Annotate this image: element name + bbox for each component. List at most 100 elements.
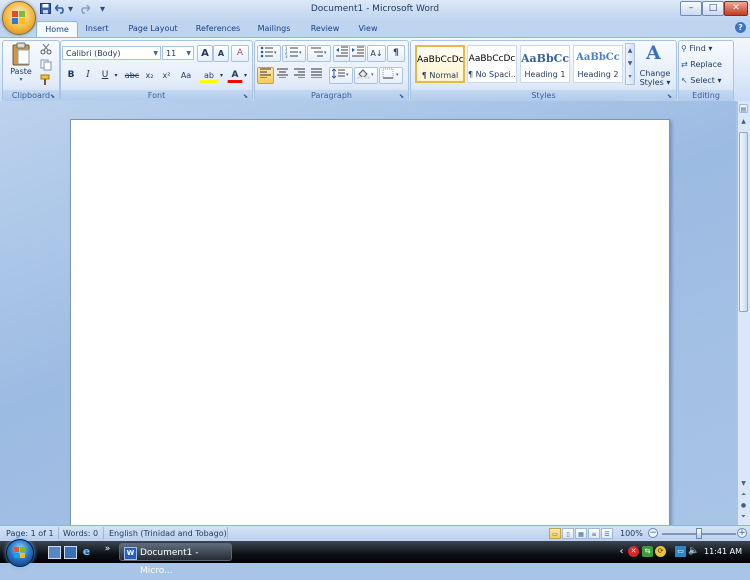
- sort-button[interactable]: A↓: [367, 45, 386, 62]
- zoom-level[interactable]: 100%: [620, 529, 643, 538]
- numbering-icon[interactable]: 1 2 3 ▾: [282, 45, 306, 62]
- paragraph-group-label: Paragraph: [255, 90, 408, 101]
- clipboard-dialog-launcher[interactable]: ⬊: [50, 93, 57, 100]
- borders-icon[interactable]: ▾: [379, 67, 403, 84]
- change-styles-button[interactable]: A Change Styles ▾: [637, 42, 673, 87]
- close-button[interactable]: ✕: [724, 1, 748, 16]
- change-styles-label: Change: [639, 69, 671, 78]
- office-button[interactable]: [2, 1, 36, 35]
- paste-button[interactable]: Paste ▾: [6, 42, 36, 86]
- font-dialog-launcher[interactable]: ⬊: [243, 93, 250, 100]
- chevron-down-icon[interactable]: ▼: [626, 57, 634, 70]
- align-center-icon[interactable]: [274, 67, 291, 84]
- replace-button[interactable]: ⇄ Replace: [681, 58, 731, 71]
- increase-indent-icon[interactable]: [349, 45, 366, 62]
- format-painter-icon[interactable]: [38, 73, 54, 90]
- cut-icon[interactable]: [38, 42, 54, 59]
- language-indicator[interactable]: English (Trinidad and Tobago): [109, 529, 227, 538]
- draft-view-icon[interactable]: ☰: [601, 528, 613, 539]
- scroll-up-arrow[interactable]: ▲: [739, 117, 748, 126]
- security-alert-icon[interactable]: ✕: [628, 546, 639, 557]
- styles-dialog-launcher[interactable]: ⬊: [667, 93, 674, 100]
- show-desktop-icon[interactable]: [48, 546, 61, 559]
- clear-formatting-button[interactable]: A: [231, 45, 249, 62]
- clock[interactable]: 11:41 AM: [704, 547, 742, 556]
- justify-icon[interactable]: [308, 67, 325, 84]
- next-page-icon[interactable]: ⏷: [739, 512, 748, 521]
- chevron-up-icon[interactable]: ▲: [626, 44, 634, 57]
- web-layout-icon[interactable]: ▦: [575, 528, 587, 539]
- style-heading-2[interactable]: AaBbCc Heading 2: [573, 45, 623, 83]
- select-button[interactable]: ↖ Select ▾: [681, 74, 731, 87]
- zoom-in-icon[interactable]: +: [737, 528, 747, 538]
- tab-mailings[interactable]: Mailings: [253, 21, 295, 37]
- tab-references[interactable]: References: [191, 21, 245, 37]
- scroll-down-arrow[interactable]: ▼: [739, 479, 748, 488]
- more-styles-icon[interactable]: ▾: [626, 70, 634, 83]
- shrink-font-button[interactable]: A: [213, 45, 229, 62]
- style-heading-1[interactable]: AaBbCc Heading 1: [520, 45, 570, 83]
- word-count[interactable]: Words: 0: [63, 529, 98, 538]
- bullets-icon[interactable]: ▾: [257, 45, 281, 62]
- highlight-dropdown[interactable]: ▾: [217, 67, 226, 84]
- align-left-icon[interactable]: [257, 67, 274, 84]
- monitor-icon[interactable]: ▭: [675, 546, 686, 557]
- taskbar-word-button[interactable]: W Document1 - Micro...: [119, 543, 232, 576]
- update-icon[interactable]: ⟳: [655, 546, 666, 557]
- browse-object-icon[interactable]: ●: [739, 501, 748, 510]
- outline-view-icon[interactable]: ≡: [588, 528, 600, 539]
- office-logo-icon: [12, 11, 26, 25]
- page-count[interactable]: Page: 1 of 1: [6, 529, 54, 538]
- chevron-down-icon: ▼: [186, 50, 191, 57]
- internet-explorer-icon[interactable]: e: [81, 546, 92, 557]
- line-spacing-icon[interactable]: ▾: [329, 67, 353, 84]
- editing-group-label: Editing: [679, 90, 733, 101]
- help-icon[interactable]: ?: [735, 22, 746, 33]
- zoom-slider-thumb[interactable]: [696, 528, 702, 539]
- maximize-button[interactable]: □: [702, 1, 724, 16]
- italic-button[interactable]: I: [80, 67, 96, 84]
- font-name-value: Calibri (Body): [66, 49, 121, 58]
- font-size-combo[interactable]: 11 ▼: [162, 46, 194, 60]
- svg-text:▾: ▾: [346, 72, 349, 78]
- styles-group-label: Styles: [411, 90, 676, 101]
- font-name-combo[interactable]: Calibri (Body) ▼: [62, 46, 161, 60]
- underline-dropdown[interactable]: ▾: [111, 67, 121, 84]
- superscript-button[interactable]: x²: [158, 67, 175, 84]
- paragraph-dialog-launcher[interactable]: ⬊: [399, 93, 406, 100]
- decrease-indent-icon[interactable]: [333, 45, 350, 62]
- tab-page-layout[interactable]: Page Layout: [124, 21, 182, 37]
- zoom-out-icon[interactable]: −: [648, 528, 658, 538]
- font-color-dropdown[interactable]: ▾: [241, 67, 250, 84]
- style-normal[interactable]: AaBbCcDc ¶ Normal: [415, 45, 465, 83]
- align-right-icon[interactable]: [291, 67, 308, 84]
- quick-launch-overflow[interactable]: »: [102, 544, 113, 555]
- multilevel-list-icon[interactable]: ▾: [307, 45, 331, 62]
- switch-windows-icon[interactable]: [64, 546, 77, 559]
- tab-insert[interactable]: Insert: [80, 21, 114, 37]
- bold-button[interactable]: B: [63, 67, 79, 84]
- volume-icon[interactable]: 🔈: [688, 546, 699, 557]
- ruler-toggle-icon[interactable]: ▤: [739, 104, 748, 113]
- minimize-button[interactable]: –: [680, 1, 702, 16]
- full-screen-reading-icon[interactable]: ▯: [562, 528, 574, 539]
- show-formatting-marks-button[interactable]: ¶: [387, 45, 405, 62]
- text-highlight-button[interactable]: ab: [199, 67, 219, 83]
- tab-home[interactable]: Home: [36, 21, 78, 38]
- find-button[interactable]: ⚲ Find ▾: [681, 42, 731, 55]
- subscript-button[interactable]: x₂: [141, 67, 158, 84]
- vertical-scroll-thumb[interactable]: [739, 132, 748, 312]
- styles-gallery-scroller[interactable]: ▲ ▼ ▾: [625, 43, 635, 85]
- shading-icon[interactable]: ▾: [354, 67, 378, 84]
- tab-view[interactable]: View: [354, 21, 382, 37]
- network-icon[interactable]: ⇆: [642, 546, 653, 557]
- tab-review[interactable]: Review: [307, 21, 343, 37]
- change-case-button[interactable]: Aa: [176, 67, 196, 84]
- print-layout-view-icon[interactable]: ▭: [549, 528, 561, 539]
- strikethrough-button[interactable]: abc: [122, 67, 142, 84]
- tray-expand-arrow[interactable]: ‹: [616, 546, 627, 557]
- style-no-spacing[interactable]: AaBbCcDc ¶ No Spaci...: [467, 45, 517, 83]
- document-page[interactable]: [70, 119, 670, 531]
- previous-page-icon[interactable]: ⏶: [739, 490, 748, 499]
- grow-font-button[interactable]: A: [197, 45, 213, 62]
